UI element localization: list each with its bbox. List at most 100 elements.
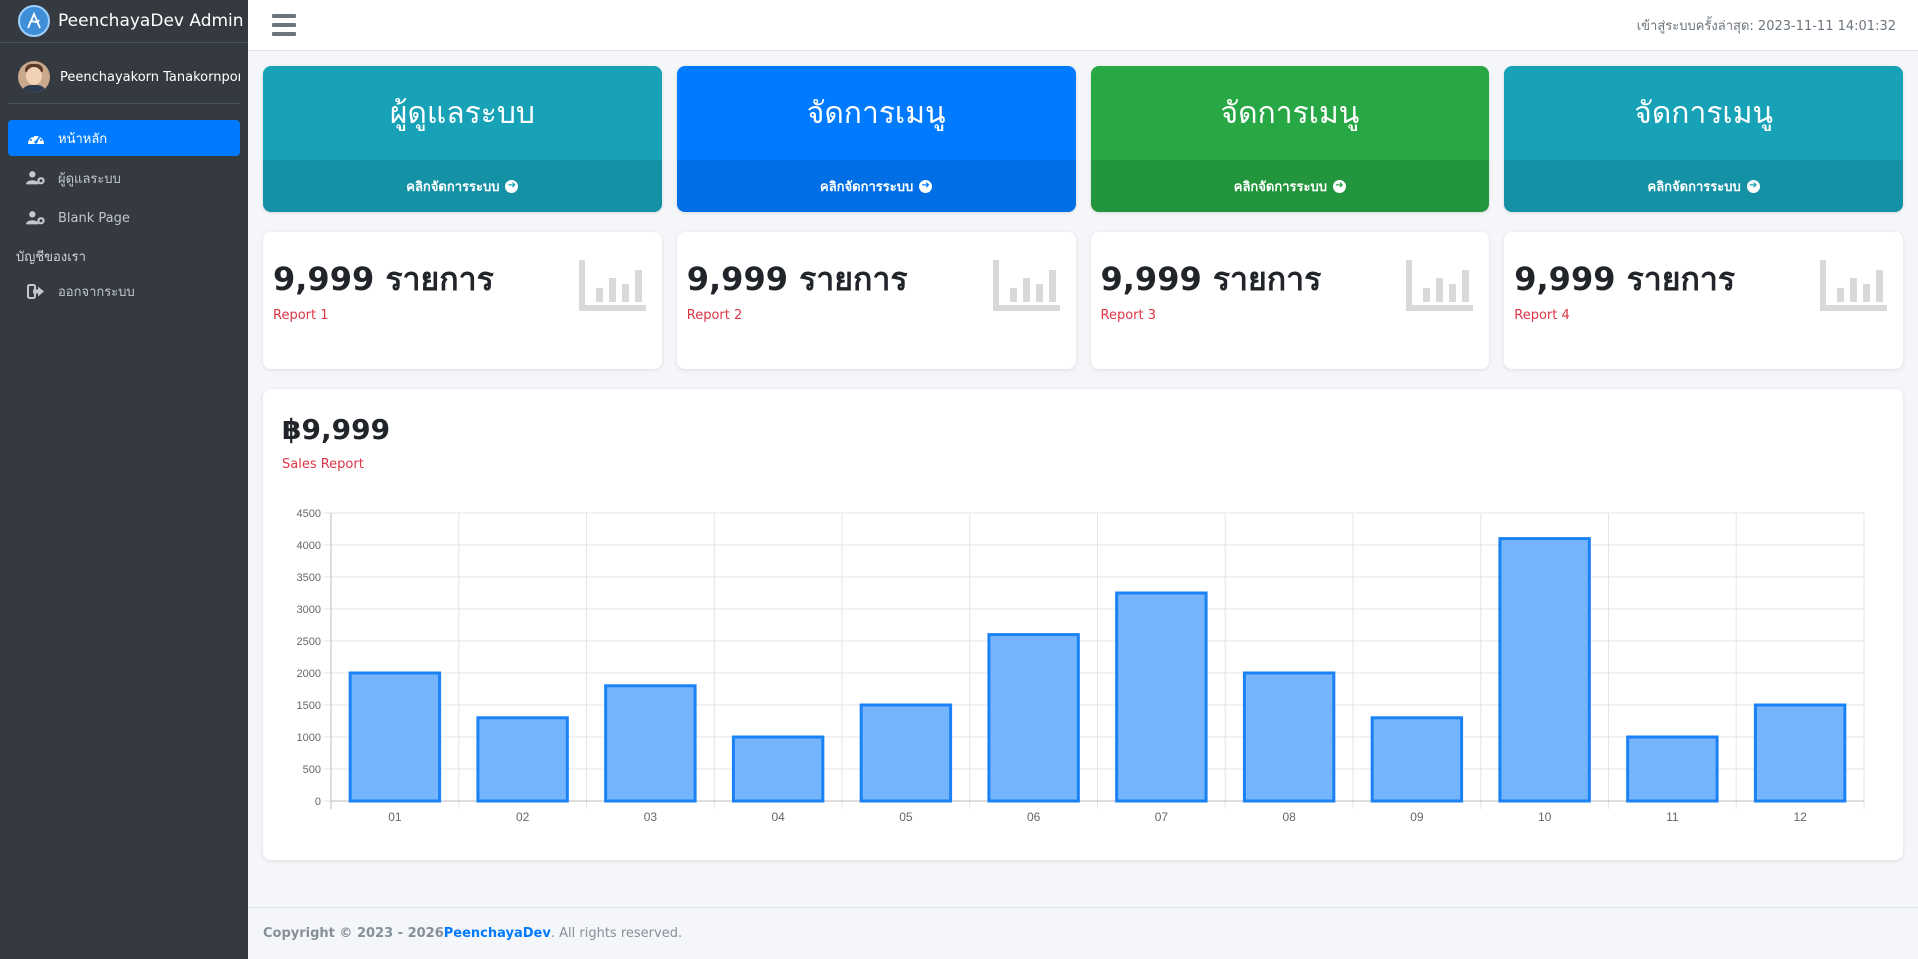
users-cog-icon <box>26 170 46 186</box>
user-name: Peenchayakorn Tanakornporn <box>60 69 240 85</box>
bar-05 <box>859 703 953 803</box>
stat-value: 9,999 รายการ <box>1100 260 1322 298</box>
sales-value: ฿9,999 <box>282 413 391 446</box>
y-tick-label: 3500 <box>297 572 321 584</box>
x-tick-label: 12 <box>1793 810 1807 824</box>
chart-bar-icon <box>578 258 648 316</box>
stat-card: 9,999 รายการ Report 1 <box>263 232 662 369</box>
y-tick-label: 2500 <box>297 636 321 648</box>
footer-brand-link[interactable]: PeenchayaDev <box>444 926 551 941</box>
y-tick-label: 1500 <box>297 700 321 712</box>
sidebar-item-label: ออกจากระบบ <box>58 284 135 300</box>
user-panel[interactable]: Peenchayakorn Tanakornporn <box>8 53 240 104</box>
stat-card: 9,999 รายการ Report 2 <box>676 232 1076 369</box>
x-tick-label: 07 <box>1155 810 1169 824</box>
stat-label: Report 2 <box>686 308 743 323</box>
chart-bar-icon <box>992 258 1062 316</box>
main-content: ผู้ดูแลระบบ คลิกจัดการระบบ ➜ จัดการเมนู … <box>263 66 1903 860</box>
sidebar-item-label: ผู้ดูแลระบบ <box>58 171 121 187</box>
brand-text: PeenchayaDev Admin <box>58 11 244 31</box>
menu-card-title: จัดการเมนู <box>1634 95 1773 131</box>
x-tick-label: 11 <box>1666 810 1679 824</box>
y-tick-label: 4500 <box>297 509 321 520</box>
stat-card-row: 9,999 รายการ Report 1 9,999 รายการ Repor… <box>263 232 1903 369</box>
stat-value: 9,999 รายการ <box>686 260 908 298</box>
sidebar-item-home[interactable]: หน้าหลัก <box>8 120 240 156</box>
menu-card-link[interactable]: คลิกจัดการระบบ ➜ <box>263 160 662 212</box>
menu-card-link-label: คลิกจัดการระบบ <box>1233 179 1327 195</box>
x-tick-label: 10 <box>1538 810 1552 824</box>
bar-10 <box>1498 537 1591 803</box>
y-tick-label: 2000 <box>297 668 321 680</box>
sidebar: PeenchayaDev Admin Peenchayakorn Tanakor… <box>0 0 248 959</box>
bar-03 <box>604 684 697 803</box>
sidebar-item-admins[interactable]: ผู้ดูแลระบบ <box>8 160 240 196</box>
sidebar-nav: หน้าหลัก ผู้ดูแลระบบ Blank Page บัญชีของ… <box>0 120 248 309</box>
menu-card-link[interactable]: คลิกจัดการระบบ ➜ <box>1504 160 1903 212</box>
menu-card-link[interactable]: คลิกจัดการระบบ ➜ <box>676 160 1076 212</box>
arrow-circle-right-icon: ➜ <box>1332 179 1346 193</box>
bar-11 <box>1626 735 1719 803</box>
chart-bar-icon <box>1819 258 1889 316</box>
x-tick-label: 05 <box>899 810 913 824</box>
footer-rights-text: . All rights reserved. <box>550 926 683 941</box>
users-cog-icon <box>26 210 46 226</box>
brand-link[interactable]: PeenchayaDev Admin <box>0 0 248 43</box>
y-tick-label: 1000 <box>297 732 321 744</box>
stat-card: 9,999 รายการ Report 3 <box>1090 232 1490 369</box>
x-tick-label: 04 <box>771 810 785 824</box>
sidebar-item-label: Blank Page <box>58 210 130 226</box>
sales-bar-chart: 0 500 1000 1500 2000 2500 3000 3500 4000 4500 01 02… <box>297 509 1865 824</box>
menu-card-menu-2: จัดการเมนู คลิกจัดการระบบ ➜ <box>1090 66 1490 212</box>
sidebar-item-label: หน้าหลัก <box>58 131 108 147</box>
chart-bar-icon <box>1405 258 1475 316</box>
sales-report-card: ฿9,999 Sales Report 0 500 1000 1500 2000 2500… <box>263 389 1903 860</box>
stat-label: Report 3 <box>1100 308 1157 323</box>
page-footer: Copyright © 2023 - 2026 PeenchayaDev . A… <box>248 907 1918 959</box>
menu-card-title: จัดการเมนู <box>806 95 946 131</box>
menu-card-link-label: คลิกจัดการระบบ <box>406 179 500 195</box>
y-tick-label: 4000 <box>297 540 321 552</box>
bar-01 <box>348 671 442 803</box>
menu-card-admins: ผู้ดูแลระบบ คลิกจัดการระบบ ➜ <box>263 66 662 212</box>
x-tick-label: 01 <box>388 810 402 824</box>
stat-label: Report 4 <box>1514 308 1570 323</box>
menu-card-title: จัดการเมนู <box>1220 95 1360 131</box>
menu-card-link-label: คลิกจัดการระบบ <box>820 179 914 195</box>
brand-logo-icon <box>18 5 50 37</box>
menu-card-title: ผู้ดูแลระบบ <box>389 95 535 131</box>
last-login-text: เข้าสู่ระบบครั้งล่าสุด: 2023-11-11 14:01… <box>1636 19 1896 34</box>
gauge-icon <box>26 130 46 146</box>
arrow-circle-right-icon: ➜ <box>919 179 933 193</box>
x-tick-label: 08 <box>1282 810 1296 824</box>
bar-02 <box>476 716 569 803</box>
x-tick-label: 03 <box>644 810 658 824</box>
bar-09 <box>1370 716 1464 803</box>
bar-12 <box>1753 703 1847 803</box>
x-tick-label: 02 <box>516 810 530 824</box>
menu-card-link[interactable]: คลิกจัดการระบบ ➜ <box>1090 160 1490 212</box>
menu-card-menu-3: จัดการเมนู คลิกจัดการระบบ ➜ <box>1504 66 1903 212</box>
stat-label: Report 1 <box>273 308 329 323</box>
sales-label: Sales Report <box>282 457 364 472</box>
x-tick-label: 09 <box>1410 810 1424 824</box>
avatar <box>18 61 50 93</box>
menu-card-row: ผู้ดูแลระบบ คลิกจัดการระบบ ➜ จัดการเมนู … <box>263 66 1903 212</box>
x-tick-label: 06 <box>1027 810 1041 824</box>
y-tick-label: 500 <box>303 764 321 776</box>
stat-card: 9,999 รายการ Report 4 <box>1504 232 1903 369</box>
bar-06 <box>987 633 1080 803</box>
arrow-circle-right-icon: ➜ <box>1746 179 1760 193</box>
bar-08 <box>1242 671 1336 803</box>
bar-04 <box>731 735 825 803</box>
sidebar-item-blank-page[interactable]: Blank Page <box>8 200 240 236</box>
y-tick-label: 3000 <box>297 604 321 616</box>
sidebar-item-logout[interactable]: ออกจากระบบ <box>8 273 240 309</box>
topbar: เข้าสู่ระบบครั้งล่าสุด: 2023-11-11 14:01… <box>248 0 1918 51</box>
menu-toggle-icon[interactable] <box>272 14 296 36</box>
y-tick-label: 0 <box>315 796 321 808</box>
stat-value: 9,999 รายการ <box>273 260 494 298</box>
sidebar-section-header: บัญชีของเรา <box>16 250 86 265</box>
bar-07 <box>1115 591 1208 803</box>
arrow-circle-right-icon: ➜ <box>505 179 519 193</box>
